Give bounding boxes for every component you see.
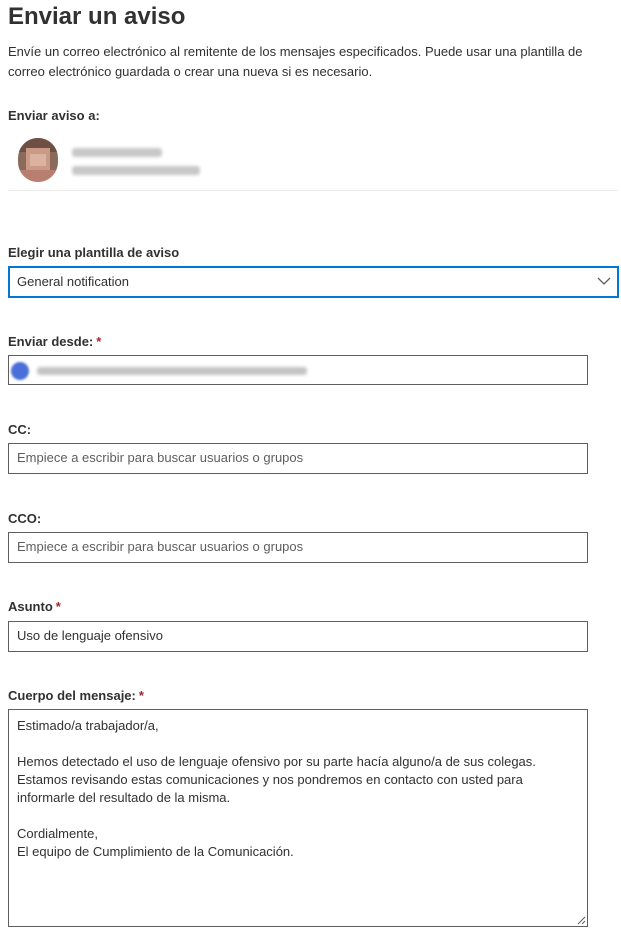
recipient-card xyxy=(18,138,318,182)
body-line: informarle del resultado de la misma. xyxy=(17,790,231,805)
recipient-title-redacted xyxy=(72,166,200,175)
cc-input[interactable]: Empiece a escribir para buscar usuarios … xyxy=(8,443,588,474)
body-line xyxy=(17,807,579,825)
body-line: El equipo de Cumplimiento de la Comunica… xyxy=(17,844,294,859)
resize-handle-icon[interactable] xyxy=(576,915,586,925)
from-sender-chip-redacted[interactable] xyxy=(11,360,311,380)
body-line: Hemos detectado el uso de lenguaje ofens… xyxy=(17,754,536,769)
send-to-label: Enviar aviso a: xyxy=(8,108,100,123)
template-selected-value: General notification xyxy=(17,274,130,289)
body-line: Estamos revisando estas comunicaciones y… xyxy=(17,772,523,787)
divider xyxy=(8,190,618,191)
cc-placeholder: Empiece a escribir para buscar usuarios … xyxy=(17,450,304,465)
page-title: Enviar un aviso xyxy=(8,3,186,30)
body-line xyxy=(17,735,579,753)
subject-label: Asunto * xyxy=(8,598,61,616)
body-line: Cordialmente, xyxy=(17,826,98,841)
body-label-text: Cuerpo del mensaje: xyxy=(8,688,136,703)
send-notice-panel: Enviar un aviso Envíe un correo electrón… xyxy=(0,0,621,935)
body-line: Estimado/a trabajador/a, xyxy=(17,718,159,733)
subject-input[interactable]: Uso de lenguaje ofensivo xyxy=(8,621,588,652)
from-input[interactable] xyxy=(8,355,588,385)
required-mark: * xyxy=(138,688,144,703)
cc-label: CC: xyxy=(8,422,32,437)
page-description: Envíe un correo electrónico al remitente… xyxy=(8,44,583,79)
from-label: Enviar desde: * xyxy=(8,333,101,351)
sender-address-redacted xyxy=(37,367,307,375)
recipient-name-redacted xyxy=(72,148,162,157)
template-dropdown[interactable]: General notification xyxy=(8,266,619,298)
from-label-text: Enviar desde: xyxy=(8,334,94,349)
bcc-input[interactable]: Empiece a escribir para buscar usuarios … xyxy=(8,532,588,563)
sender-avatar xyxy=(11,362,29,380)
avatar xyxy=(18,138,58,182)
template-label: Elegir una plantilla de aviso xyxy=(8,245,180,260)
body-label: Cuerpo del mensaje: * xyxy=(8,687,144,705)
required-mark: * xyxy=(96,334,102,349)
message-body-textarea[interactable]: Estimado/a trabajador/a, Hemos detectado… xyxy=(8,709,588,927)
chevron-down-icon xyxy=(597,277,611,285)
required-mark: * xyxy=(55,599,61,614)
subject-label-text: Asunto xyxy=(8,599,53,614)
bcc-label: CCO: xyxy=(8,511,42,526)
bcc-placeholder: Empiece a escribir para buscar usuarios … xyxy=(17,539,304,554)
subject-value: Uso de lenguaje ofensivo xyxy=(17,628,163,643)
